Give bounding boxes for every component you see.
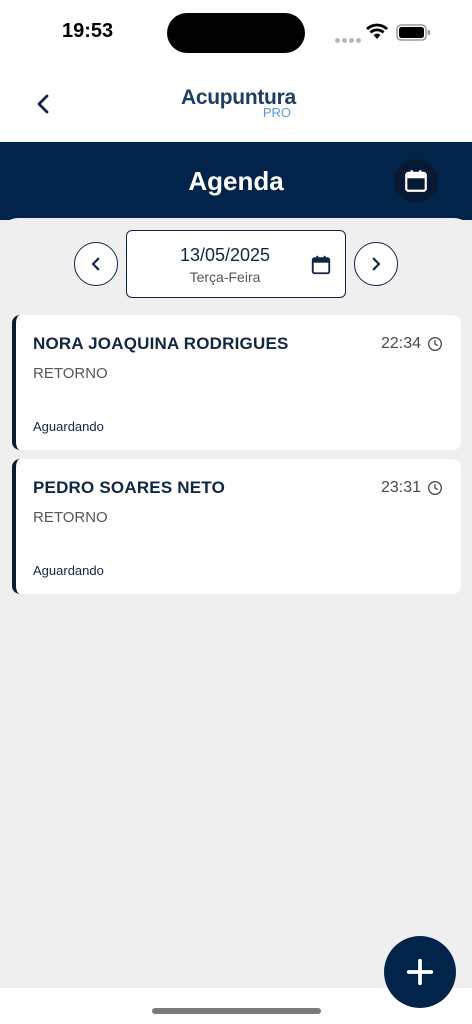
signal-icon (335, 30, 363, 48)
appointment-type: RETORNO (33, 365, 108, 382)
patient-name: PEDRO SOARES NETO (33, 478, 226, 497)
appointment-card[interactable]: NORA JOAQUINA RODRIGUES 22:34 RETORNO Ag… (12, 315, 461, 450)
nav-bar: Acupuntura PRO (0, 64, 472, 142)
clock-icon (428, 481, 442, 495)
clock-icon (428, 337, 442, 351)
appointment-status: Aguardando (33, 419, 104, 434)
logo-subtitle: PRO (262, 105, 291, 120)
patient-name: NORA JOAQUINA RODRIGUES (33, 334, 289, 353)
appointment-time-value: 23:31 (380, 479, 421, 496)
wifi-icon (366, 23, 388, 39)
plus-icon (406, 958, 434, 986)
appointment-status: Aguardando (33, 563, 104, 578)
calendar-icon (405, 170, 427, 192)
appointment-card[interactable]: PEDRO SOARES NETO 23:31 RETORNO Aguardan… (12, 459, 461, 594)
chevron-left-icon (91, 257, 100, 271)
appointment-time: 22:34 (381, 335, 443, 353)
battery-icon (396, 24, 430, 41)
calendar-icon (311, 255, 331, 275)
appointment-time: 23:31 (381, 479, 443, 497)
home-indicator[interactable] (152, 1008, 321, 1014)
chevron-right-icon (372, 257, 381, 271)
status-time: 19:53 (62, 20, 114, 42)
agenda-header: Agenda (0, 142, 472, 220)
app-logo: Acupuntura PRO (181, 86, 296, 122)
appointment-time-value: 22:34 (380, 335, 421, 352)
date-selector[interactable]: 13/05/2025 Terça-Feira (126, 230, 346, 298)
dynamic-island (167, 13, 305, 53)
selected-date: 13/05/2025 (179, 245, 271, 265)
appointment-type: RETORNO (33, 509, 108, 526)
calendar-button[interactable] (394, 159, 438, 203)
add-appointment-button[interactable] (384, 936, 456, 1008)
status-bar: 19:53 (0, 0, 472, 64)
agenda-content: 13/05/2025 Terça-Feira NORA JOAQUINA ROD… (0, 218, 472, 988)
previous-day-button[interactable] (74, 242, 118, 286)
back-button[interactable] (32, 92, 56, 116)
next-day-button[interactable] (354, 242, 398, 286)
selected-weekday: Terça-Feira (189, 269, 261, 285)
